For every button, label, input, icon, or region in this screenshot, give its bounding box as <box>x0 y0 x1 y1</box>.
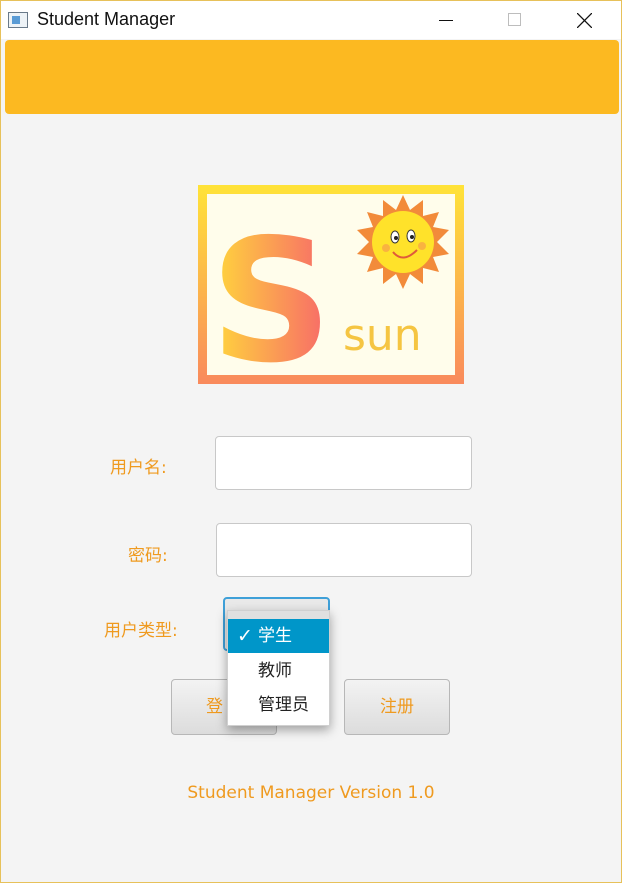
title-bar[interactable]: Student Manager <box>1 1 621 39</box>
password-label: 密码: <box>128 546 168 566</box>
option-teacher[interactable]: 教师 <box>228 654 329 688</box>
close-button[interactable] <box>561 1 607 39</box>
username-label: 用户名: <box>110 458 167 478</box>
option-student[interactable]: ✓ 学生 <box>228 619 329 653</box>
minimize-button[interactable] <box>423 1 469 39</box>
login-button-label: 登 <box>206 697 223 717</box>
option-label: 学生 <box>258 626 292 646</box>
usertype-label: 用户类型: <box>104 621 178 641</box>
close-icon <box>577 13 592 28</box>
logo-letter: S <box>210 203 332 384</box>
option-admin[interactable]: 管理员 <box>228 688 329 722</box>
sun-logo: S sun <box>198 185 464 384</box>
username-input[interactable] <box>215 436 472 490</box>
app-window: Student Manager S sun 用户名: 密码: 用户类型: 登 注… <box>0 0 622 883</box>
app-icon <box>8 12 28 28</box>
register-button[interactable]: 注册 <box>344 679 450 735</box>
password-input[interactable] <box>216 523 472 577</box>
option-label: 教师 <box>258 661 292 681</box>
logo-word: sun <box>343 310 422 361</box>
header-banner <box>5 40 619 114</box>
version-text: Student Manager Version 1.0 <box>187 783 435 803</box>
window-title: Student Manager <box>37 9 176 29</box>
maximize-button[interactable] <box>491 1 537 39</box>
option-label: 管理员 <box>258 695 309 715</box>
usertype-dropdown: ✓ 学生 教师 管理员 <box>227 610 330 726</box>
checkmark-icon: ✓ <box>237 625 253 647</box>
